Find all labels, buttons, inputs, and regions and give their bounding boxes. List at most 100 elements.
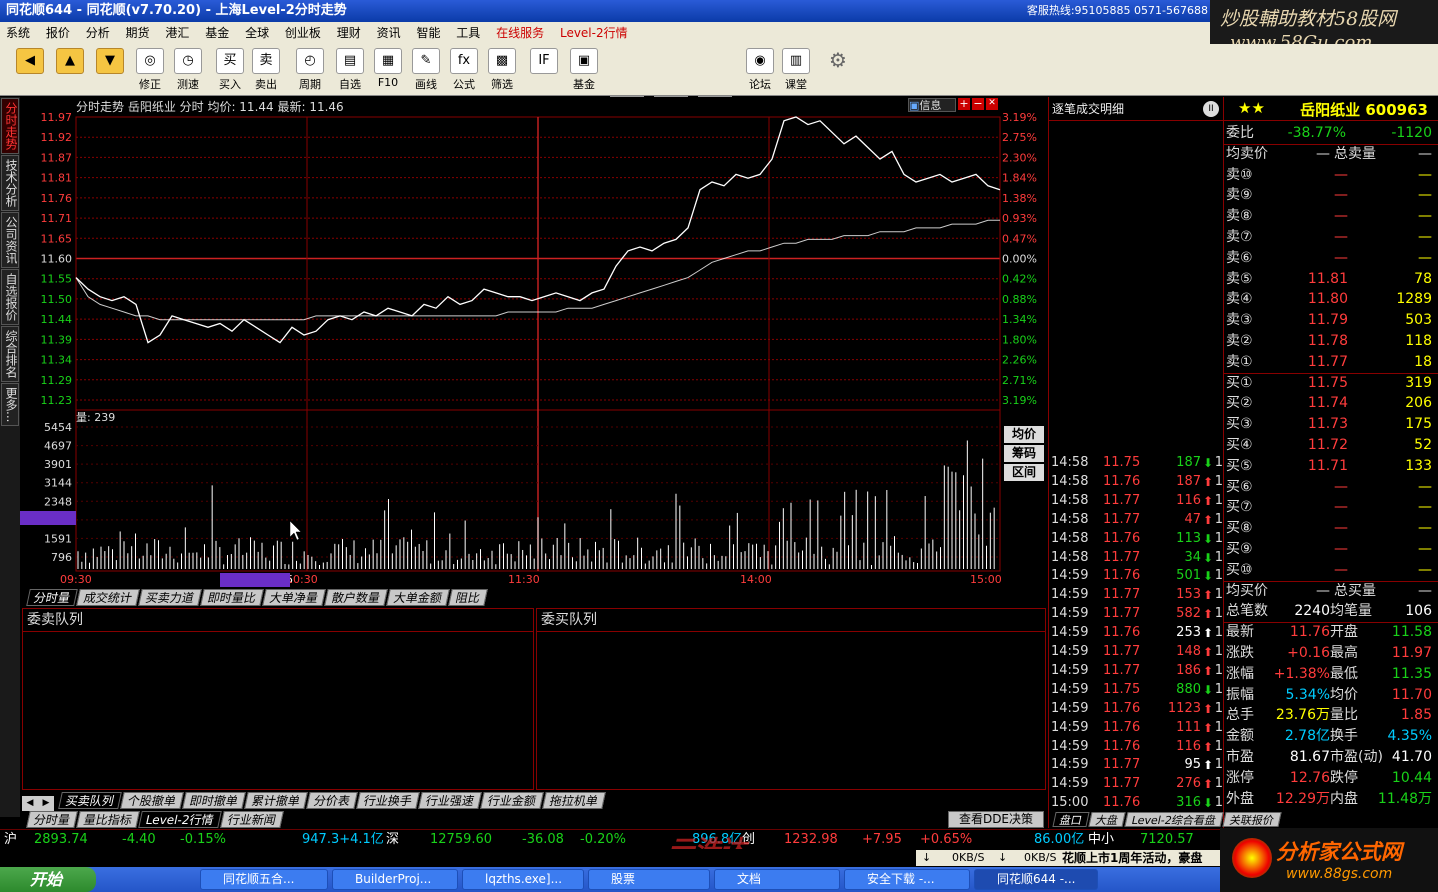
sell-button[interactable]: 卖卖出	[248, 48, 284, 92]
info-button[interactable]: ▣信息	[908, 98, 956, 112]
tab-handicap[interactable]: 盘口	[1052, 812, 1090, 827]
close-chart-button[interactable]: ✕	[986, 98, 998, 110]
nav-watchlist[interactable]: 自选报价	[1, 269, 19, 325]
tab-related-quote[interactable]: 关联报价	[1222, 812, 1282, 827]
favorite-button[interactable]: ▤ 自选	[332, 48, 368, 92]
sell-level-row: 卖⑦ — —	[1224, 227, 1434, 248]
tab-price-table[interactable]: 分价表	[306, 792, 358, 809]
tab-big-order-amount[interactable]: 大单金额	[386, 589, 450, 606]
menu-fund[interactable]: 基金	[199, 22, 235, 44]
menu-online-service[interactable]: 在线服务	[490, 22, 550, 44]
f10-button[interactable]: ▦ F10	[370, 48, 406, 89]
menu-system[interactable]: 系统	[0, 22, 36, 44]
sell-level-price: —	[1334, 166, 1348, 183]
avg-price-button[interactable]: 均价	[1004, 426, 1044, 443]
dde-decision-button[interactable]: 查看DDE决策	[948, 811, 1044, 828]
task-stock-folder[interactable]: 股票	[588, 869, 710, 890]
tab-big-order-net[interactable]: 大单净量	[262, 589, 326, 606]
menu-analysis[interactable]: 分析	[80, 22, 116, 44]
tab-instant-cancel[interactable]: 即时撤单	[182, 792, 246, 809]
trade-time: 14:58	[1051, 549, 1089, 565]
tab-volume-ratio[interactable]: 即时量比	[200, 589, 264, 606]
tab-buy-sell-power[interactable]: 买卖力道	[138, 589, 202, 606]
fund-button[interactable]: ▣ 基金	[566, 48, 602, 92]
filter-label: 筛选	[491, 78, 513, 91]
draw-line-button[interactable]: ✎ 画线	[408, 48, 444, 92]
tab-volume[interactable]: 分时量	[26, 589, 78, 606]
filter-button[interactable]: ▩ 筛选	[484, 48, 520, 92]
range-button[interactable]: 区间	[1004, 464, 1044, 481]
weibi-pct: -38.77%	[1287, 125, 1346, 141]
sell-queue-panel: 委卖队列	[22, 608, 534, 790]
menu-futures[interactable]: 期货	[120, 22, 156, 44]
tab-retail-count[interactable]: 散户数量	[324, 589, 388, 606]
scroll-left-button[interactable]: ◀	[22, 796, 38, 811]
tab-level2-overview[interactable]: Level-2综合看盘	[1124, 812, 1224, 827]
trade-price: 11.76	[1103, 738, 1141, 754]
if-futures-button[interactable]: IF	[526, 48, 562, 76]
speed-test-label: 测速	[177, 78, 199, 91]
nav-company-info[interactable]: 公司资讯	[1, 212, 19, 268]
tab-resistance-ratio[interactable]: 阻比	[448, 589, 488, 606]
stat-value: 12.29万	[1275, 790, 1330, 807]
pause-icon[interactable]: II	[1203, 101, 1219, 117]
task-lqzths[interactable]: lqzths.exe]...	[462, 869, 584, 890]
menu-news[interactable]: 资讯	[371, 22, 407, 44]
tab-tractor-orders[interactable]: 拖拉机单	[542, 792, 606, 809]
speed-test-button[interactable]: ◷ 测速	[170, 48, 206, 92]
sell-level-price: 11.80	[1307, 291, 1348, 308]
tab-order-queue[interactable]: 买卖队列	[58, 792, 122, 809]
menu-tools[interactable]: 工具	[450, 22, 486, 44]
stat-label: 涨幅	[1226, 665, 1254, 682]
tab-industry-amount[interactable]: 行业金额	[480, 792, 544, 809]
tab-bottom-volume[interactable]: 分时量	[26, 811, 78, 828]
task-safe-download[interactable]: 安全下载 -...	[844, 869, 970, 890]
intraday-chart[interactable]: 分时走势 岳阳纸业 分时 均价: 11.44 最新: 11.46 11.97 3.…	[20, 97, 1048, 589]
pct-tick-label: 2.26%	[1002, 354, 1037, 367]
task-ths644[interactable]: 同花顺644 -...	[974, 869, 1098, 890]
up-button[interactable]: ▲	[52, 48, 88, 76]
chips-button[interactable]: 筹码	[1004, 445, 1044, 462]
tab-bottom-industry-news[interactable]: 行业新闻	[219, 811, 284, 828]
menu-gem[interactable]: 创业板	[279, 22, 327, 44]
forum-button[interactable]: ◉ 论坛	[742, 48, 778, 92]
settings-button[interactable]: ⚙	[820, 48, 856, 76]
trade-row: 14:59 11.77 148 ⬆ 1	[1051, 643, 1223, 661]
menu-quote[interactable]: 报价	[40, 22, 76, 44]
menu-hk[interactable]: 港汇	[159, 22, 195, 44]
sell-level-label: 卖⑦	[1226, 229, 1253, 245]
nav-more[interactable]: 更多...	[1, 383, 19, 427]
nav-intraday[interactable]: 分时走势	[1, 98, 19, 154]
task-builderproj[interactable]: BuilderProj...	[332, 869, 458, 890]
down-button[interactable]: ▼	[92, 48, 128, 76]
back-button[interactable]: ◀	[12, 48, 48, 76]
fix-button[interactable]: ◎ 修正	[132, 48, 168, 92]
menu-smart[interactable]: 智能	[410, 22, 446, 44]
scroll-right-button[interactable]: ▶	[38, 796, 54, 811]
menu-finance[interactable]: 理财	[331, 22, 367, 44]
up-arrow-icon: ⬆	[1202, 701, 1213, 716]
tab-stock-cancel[interactable]: 个股撤单	[120, 792, 184, 809]
nav-technical[interactable]: 技术分析	[1, 155, 19, 211]
buy-button[interactable]: 买买入	[212, 48, 248, 92]
nav-ranking[interactable]: 综合排名	[1, 326, 19, 382]
tab-bottom-volume-ratio[interactable]: 量比指标	[76, 811, 140, 828]
menu-global[interactable]: 全球	[239, 22, 275, 44]
news-marquee[interactable]: 花顺上市1周年活动，豪盘	[1062, 850, 1222, 866]
tab-bottom-level2[interactable]: Level-2行情	[138, 811, 222, 828]
zoom-in-button[interactable]: +	[958, 98, 970, 110]
task-documents[interactable]: 文档	[714, 869, 840, 890]
classroom-button[interactable]: ▥ 课堂	[778, 48, 814, 92]
period-button[interactable]: ◴ 周期	[292, 48, 328, 92]
menu-level2[interactable]: Level-2行情	[554, 22, 634, 44]
tab-market[interactable]: 大盘	[1088, 812, 1126, 827]
tab-trade-stats[interactable]: 成交统计	[76, 589, 140, 606]
stock-name-code[interactable]: 岳阳纸业 600963	[1300, 99, 1428, 120]
tab-industry-speed[interactable]: 行业强速	[418, 792, 482, 809]
start-button[interactable]: 开始	[0, 867, 96, 892]
task-ths-five[interactable]: 同花顺五合...	[200, 869, 328, 890]
tab-cumulative-cancel[interactable]: 累计撤单	[244, 792, 308, 809]
formula-button[interactable]: fx 公式	[446, 48, 482, 92]
tab-industry-turnover[interactable]: 行业换手	[356, 792, 420, 809]
zoom-out-button[interactable]: −	[972, 98, 984, 110]
